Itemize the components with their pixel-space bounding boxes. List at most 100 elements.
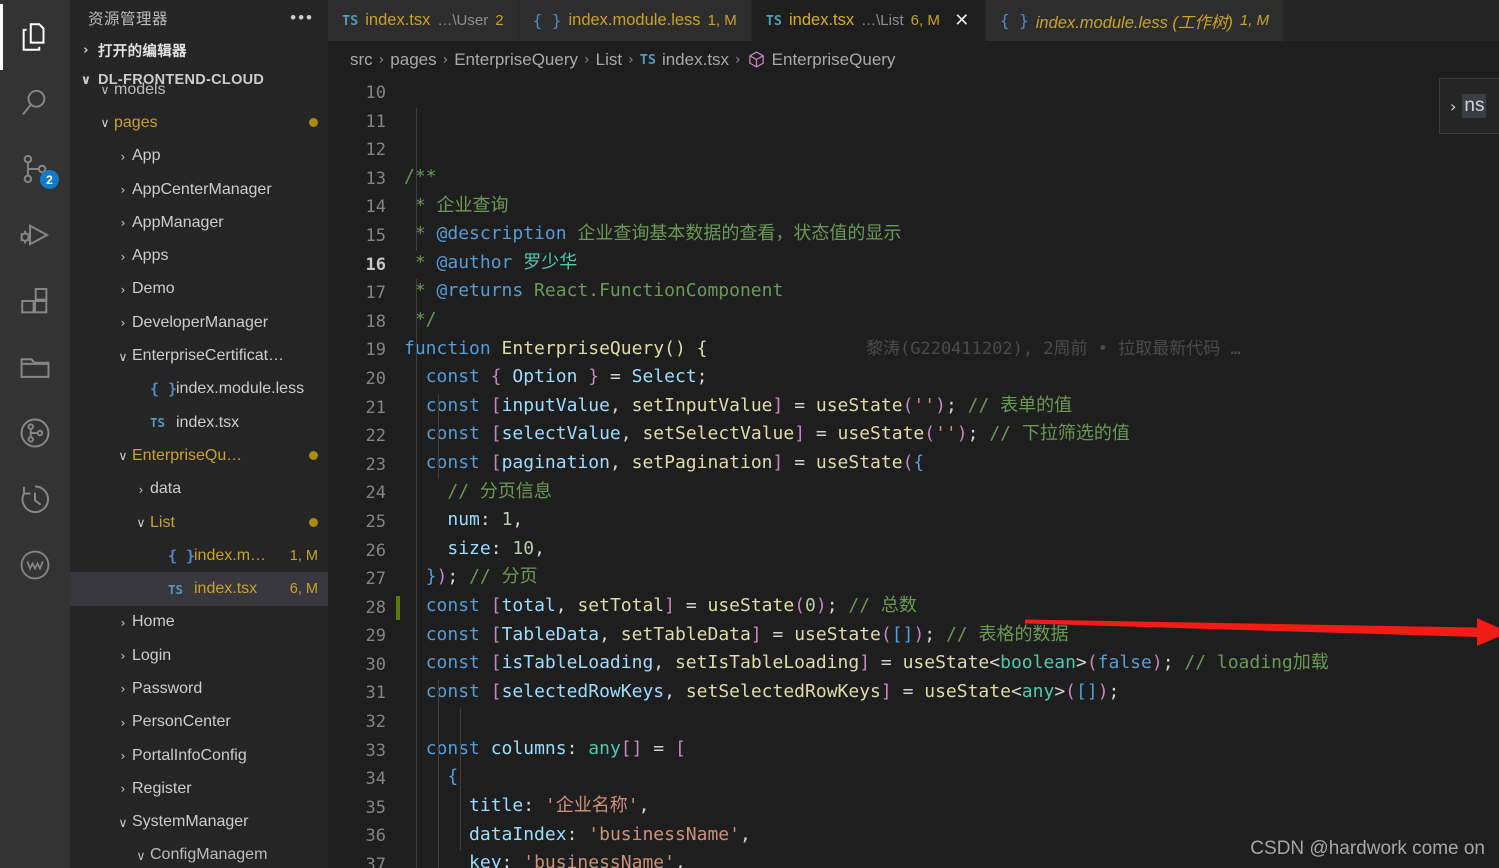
editor-tab-0[interactable]: TS index.tsx …\User 2 (328, 0, 519, 41)
chevron-down-icon[interactable]: ∨ (114, 815, 132, 830)
code-line[interactable]: const [inputValue, setInputValue] = useS… (400, 392, 1499, 421)
code-line[interactable]: * @returns React.FunctionComponent (400, 277, 1499, 306)
code-line[interactable]: num: 1, (400, 506, 1499, 535)
code-line[interactable]: const [selectedRowKeys, setSelectedRowKe… (400, 678, 1499, 707)
chevron-down-icon[interactable]: ∨ (114, 349, 132, 364)
tree-item-personcenter[interactable]: › PersonCenter (70, 706, 328, 739)
editor-tab-3[interactable]: { } index.module.less (工作树) 1, M (985, 0, 1285, 41)
chevron-right-icon[interactable]: › (114, 648, 132, 663)
chevron-right-icon[interactable]: › (114, 681, 132, 696)
tree-item-appcentermanager[interactable]: › AppCenterManager (70, 173, 328, 206)
editor-tab-1[interactable]: { } index.module.less 1, M (518, 0, 752, 41)
tree-item-portalinfoconfig[interactable]: › PortalInfoConfig (70, 739, 328, 772)
tree-item-app[interactable]: › App (70, 140, 328, 173)
tree-item-models[interactable]: ∨ models (70, 73, 328, 106)
tree-item-home[interactable]: › Home (70, 606, 328, 639)
chevron-down-icon[interactable]: ∨ (114, 448, 132, 463)
code-line[interactable]: /** (400, 163, 1499, 192)
code-line[interactable]: // 分页信息 (400, 478, 1499, 507)
breadcrumb-item-3[interactable]: List (596, 50, 622, 70)
chevron-right-icon[interactable]: › (114, 748, 132, 763)
code-token: useState (902, 652, 990, 674)
code-line[interactable]: { (400, 763, 1499, 792)
code-line[interactable]: * @description 企业查询基本数据的查看，状态值的显示 (400, 220, 1499, 249)
tree-item-pages[interactable]: ∨ pages (70, 106, 328, 139)
breadcrumb-item-0[interactable]: src (350, 50, 373, 70)
activity-item-explorer[interactable] (0, 4, 70, 70)
tree-item-enterprisequ-[interactable]: ∨ EnterpriseQu… (70, 439, 328, 472)
tree-item-register[interactable]: › Register (70, 772, 328, 805)
chevron-right-icon[interactable]: › (114, 215, 132, 230)
tree-item-demo[interactable]: › Demo (70, 273, 328, 306)
chevron-down-icon[interactable]: ∨ (96, 115, 114, 130)
tree-item-apps[interactable]: › Apps (70, 239, 328, 272)
code-line[interactable]: const [pagination, setPagination] = useS… (400, 449, 1499, 478)
activity-item-run-and-debug[interactable] (0, 202, 70, 268)
breadcrumb-item-2[interactable]: EnterpriseQuery (454, 50, 578, 70)
explorer-more-actions-icon[interactable]: ••• (290, 9, 314, 26)
chevron-right-icon[interactable]: › (114, 615, 132, 630)
tree-item-index-module-less[interactable]: { } index.module.less (70, 373, 328, 406)
code-line[interactable]: * @author 罗少华 (400, 249, 1499, 278)
activity-item-source-control[interactable]: 2 (0, 136, 70, 202)
breadcrumb-item-4[interactable]: index.tsx (662, 50, 729, 70)
editor-tab-2[interactable]: TS index.tsx …\List 6, M ✕ (751, 0, 986, 41)
activity-item-aw-tool[interactable] (0, 532, 70, 598)
chevron-down-icon[interactable]: ∨ (132, 515, 150, 530)
section-open-editors[interactable]: › 打开的编辑器 (70, 35, 328, 65)
code-line[interactable]: function EnterpriseQuery() {黎涛(G22041120… (400, 335, 1499, 364)
code-line[interactable]: const [isTableLoading, setIsTableLoading… (400, 649, 1499, 678)
code-line[interactable]: const [TableData, setTableData] = useSta… (400, 621, 1499, 650)
overflow-widget[interactable]: › ns (1439, 78, 1499, 134)
code-line[interactable]: const columns: any[] = [ (400, 735, 1499, 764)
chevron-right-icon[interactable]: › (114, 715, 132, 730)
chevron-right-icon[interactable]: › (114, 249, 132, 264)
activity-item-extensions[interactable] (0, 268, 70, 334)
tree-item-appmanager[interactable]: › AppManager (70, 206, 328, 239)
breadcrumb[interactable]: src › pages › EnterpriseQuery › List › TS index.t… (328, 41, 1499, 79)
code-editor[interactable]: 10 11 12 13 14 15 16 17 18 19 20 21 22 23 24 25 26 27 28 29… (328, 79, 1499, 868)
tree-item-enterprisecertificat-[interactable]: ∨ EnterpriseCertificat… (70, 339, 328, 372)
tree-item-systemmanager[interactable]: ∨ SystemManager (70, 806, 328, 839)
tree-item-index-m-[interactable]: { } index.m… 1, M (70, 539, 328, 572)
chevron-right-icon[interactable]: › (114, 149, 132, 164)
code-line[interactable]: */ (400, 306, 1499, 335)
activity-item-remote-explorer[interactable] (0, 334, 70, 400)
chevron-right-icon[interactable]: › (132, 482, 150, 497)
breadcrumb-separator: › (442, 52, 449, 68)
breadcrumb-item-1[interactable]: pages (390, 50, 436, 70)
activity-item-search[interactable] (0, 70, 70, 136)
code-line[interactable]: }); // 分页 (400, 563, 1499, 592)
chevron-right-icon[interactable]: › (114, 781, 132, 796)
tab-bar[interactable]: TS index.tsx …\User 2 { } index.module.less 1,… (328, 0, 1499, 41)
tree-item-data[interactable]: › data (70, 473, 328, 506)
code-line[interactable]: const [selectValue, setSelectValue] = us… (400, 420, 1499, 449)
chevron-down-icon[interactable]: ∨ (96, 82, 114, 97)
code-token: useState (794, 623, 881, 645)
tree-item-login[interactable]: › Login (70, 639, 328, 672)
code-line[interactable]: const [total, setTotal] = useState(0); /… (400, 592, 1499, 621)
breadcrumb-item-5[interactable]: EnterpriseQuery (772, 50, 896, 70)
tab-close-icon[interactable]: ✕ (953, 11, 971, 30)
tree-item-configmanagem[interactable]: ∨ ConfigManagem (70, 839, 328, 868)
chevron-down-icon[interactable]: ∨ (132, 848, 150, 863)
code-line[interactable]: const { Option } = Select; (400, 363, 1499, 392)
tree-item-developermanager[interactable]: › DeveloperManager (70, 306, 328, 339)
chevron-right-icon[interactable]: › (114, 182, 132, 197)
chevron-right-icon[interactable]: › (114, 315, 132, 330)
tree-item-index-tsx[interactable]: TS index.tsx 6, M (70, 572, 328, 606)
file-tree[interactable]: ∨ models ∨ pages › App › AppCenterManager › AppMa… (70, 73, 328, 868)
activity-item-gitlens[interactable] (0, 400, 70, 466)
code-line[interactable]: title: '企业名称', (400, 792, 1499, 821)
code-line[interactable]: size: 10, (400, 535, 1499, 564)
code-line[interactable]: * 企业查询 (400, 192, 1499, 221)
code-content[interactable]: /** * 企业查询 * @description 企业查询基本数据的查看，状态… (400, 79, 1499, 868)
tree-item-password[interactable]: › Password (70, 672, 328, 705)
tree-item-list[interactable]: ∨ List (70, 506, 328, 539)
code-line[interactable] (400, 706, 1499, 735)
activity-item-timeline[interactable] (0, 466, 70, 532)
tree-item-index-tsx[interactable]: TS index.tsx (70, 406, 328, 439)
chevron-right-icon[interactable]: › (114, 282, 132, 297)
